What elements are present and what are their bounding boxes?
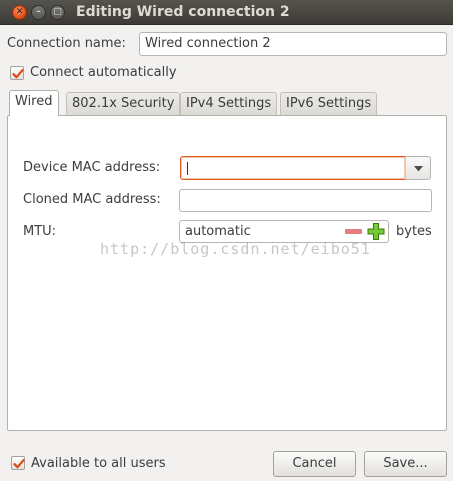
title-bar: ✕ – □ Editing Wired connection 2 xyxy=(0,0,453,25)
cancel-button[interactable]: Cancel xyxy=(273,451,356,477)
save-button[interactable]: Save... xyxy=(364,451,447,477)
maximize-icon: □ xyxy=(53,7,62,17)
close-button[interactable]: ✕ xyxy=(12,5,27,20)
device-mac-input[interactable] xyxy=(180,156,406,180)
close-icon: ✕ xyxy=(15,7,24,17)
available-to-all-users-label: Available to all users xyxy=(31,456,166,471)
connection-name-input[interactable]: Wired connection 2 xyxy=(139,32,447,56)
device-mac-dropdown-button[interactable] xyxy=(405,156,431,180)
maximize-button[interactable]: □ xyxy=(50,5,65,20)
watermark-text: http://blog.csdn.net/eibo51 xyxy=(100,240,371,258)
tab-wired[interactable]: Wired xyxy=(9,90,59,116)
tab-ipv6-settings[interactable]: IPv6 Settings xyxy=(280,92,378,115)
checkmark-icon xyxy=(12,69,24,79)
mtu-label: MTU: xyxy=(23,224,57,239)
mtu-unit-label: bytes xyxy=(396,224,432,239)
plus-icon xyxy=(367,223,385,240)
checkmark-icon xyxy=(13,459,25,469)
cloned-mac-input[interactable] xyxy=(179,189,432,212)
minus-icon xyxy=(345,229,362,234)
connect-automatically-label: Connect automatically xyxy=(30,65,177,80)
tab-ipv4-settings[interactable]: IPv4 Settings xyxy=(180,92,278,115)
window-title: Editing Wired connection 2 xyxy=(76,4,290,20)
device-mac-label: Device MAC address: xyxy=(23,160,161,175)
connection-name-label: Connection name: xyxy=(7,36,126,51)
text-cursor xyxy=(187,162,188,175)
chevron-down-icon xyxy=(414,166,423,172)
minimize-icon: – xyxy=(36,7,41,17)
cloned-mac-label: Cloned MAC address: xyxy=(23,192,161,207)
connect-automatically-checkbox[interactable] xyxy=(10,66,24,80)
minimize-button[interactable]: – xyxy=(31,5,46,20)
tab-8021x-security[interactable]: 802.1x Security xyxy=(66,92,181,115)
available-to-all-users-checkbox[interactable] xyxy=(11,456,25,470)
